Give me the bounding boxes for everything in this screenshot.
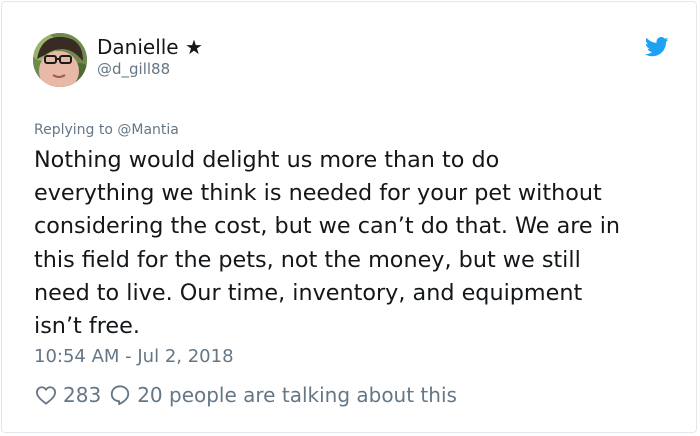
- tweet-text-line: isn’t free.: [34, 313, 140, 340]
- tweet-text-line: considering the cost, but we can’t do th…: [34, 213, 621, 240]
- tweet-text-line: this field for the pets, not the money, …: [34, 246, 581, 273]
- tweet-timestamp[interactable]: 10:54 AM - Jul 2, 2018: [34, 345, 234, 369]
- user-handle[interactable]: @d_gill88: [97, 59, 170, 79]
- tweet-text: Nothing would delight us more than to do…: [34, 144, 684, 343]
- display-name[interactable]: Danielle ★: [97, 35, 203, 59]
- replying-to: Replying to @Mantia: [34, 121, 179, 139]
- like-count[interactable]: 283: [63, 383, 101, 407]
- avatar[interactable]: [33, 33, 87, 87]
- reply-to-handle-link[interactable]: @Mantia: [117, 122, 179, 138]
- tweet-text-line: everything we think is needed for your p…: [34, 180, 602, 207]
- tweet-card: Danielle ★ @d_gill88 Replying to @Mantia…: [1, 1, 697, 433]
- replying-to-label: Replying to: [34, 122, 118, 138]
- heart-icon[interactable]: [35, 385, 57, 405]
- avatar-image: [33, 33, 87, 87]
- tweet-text-line: need to live. Our time, inventory, and e…: [34, 279, 583, 306]
- twitter-bird-icon[interactable]: [645, 37, 669, 57]
- tweet-text-line: Nothing would delight us more than to do: [34, 147, 500, 173]
- conversation-link[interactable]: 20 people are talking about this: [137, 383, 457, 407]
- engagement-bar: 283 20 people are talking about this: [35, 382, 457, 408]
- speech-bubble-icon[interactable]: [109, 384, 131, 406]
